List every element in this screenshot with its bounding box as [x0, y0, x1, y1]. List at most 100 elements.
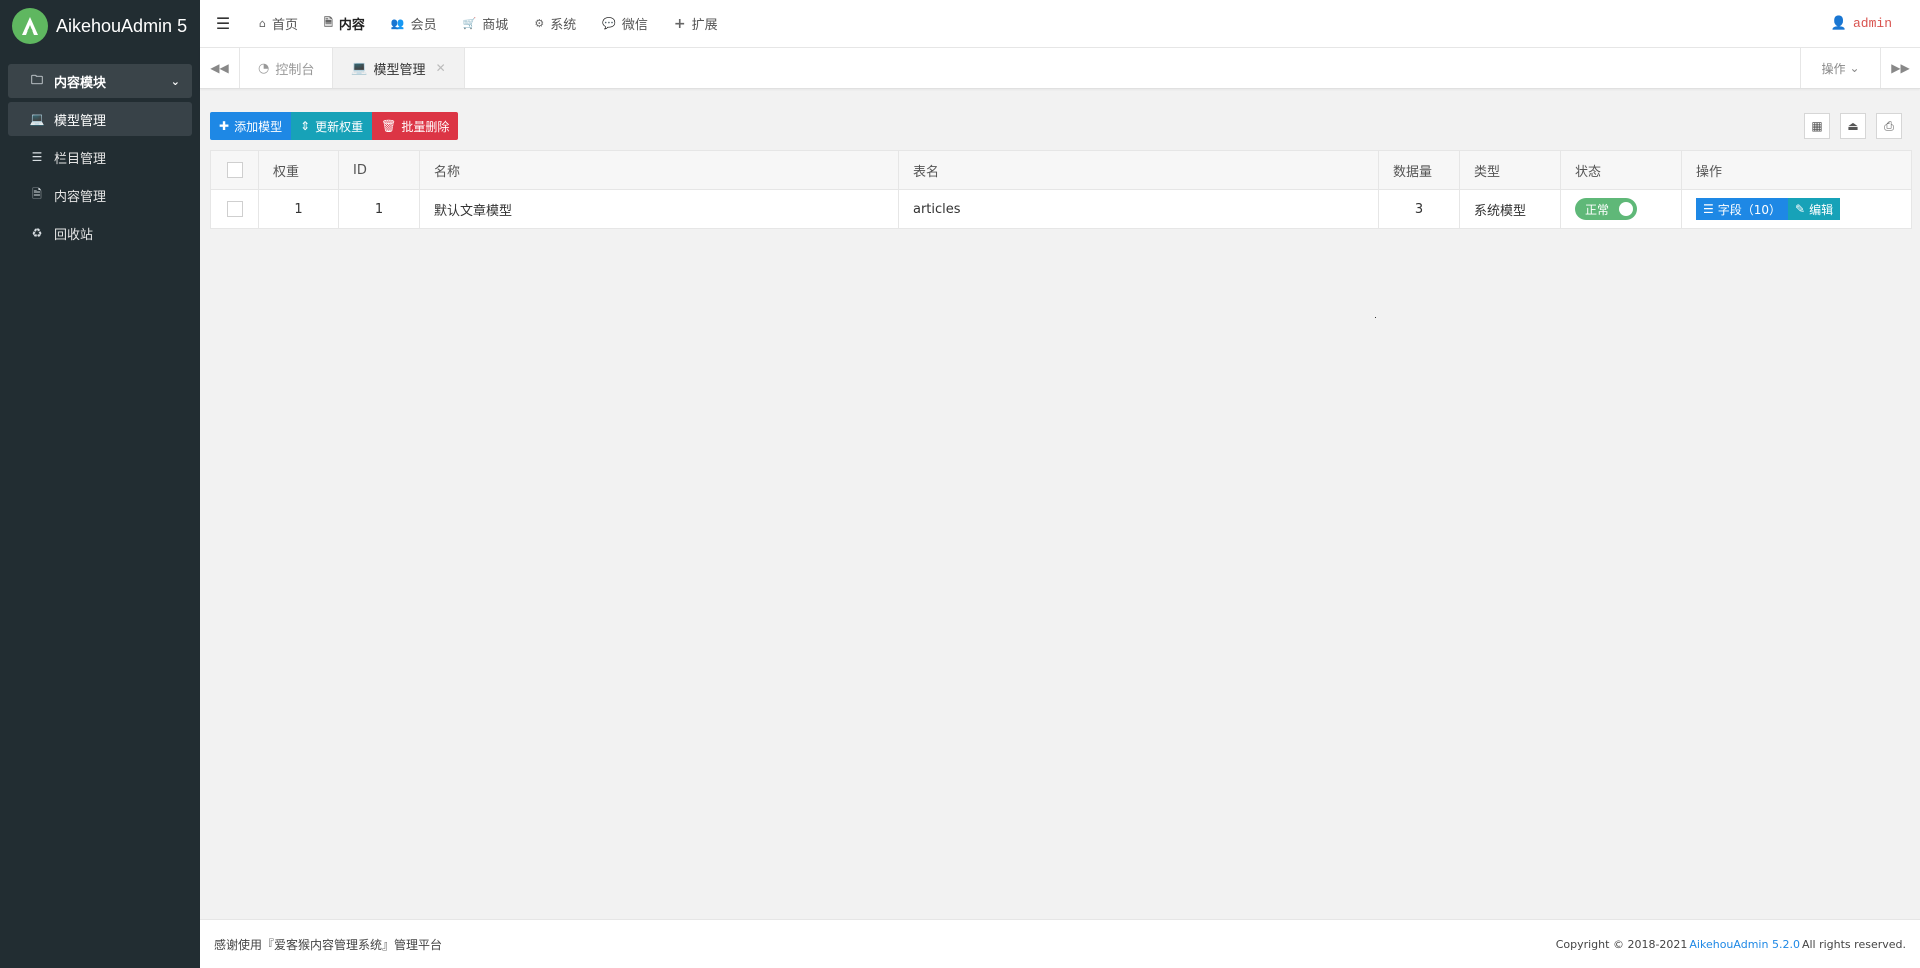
tabs-spacer	[465, 48, 1800, 88]
edit-button[interactable]: ✎ 编辑	[1788, 198, 1841, 220]
table-toolbar: ✚ 添加模型 ⇕ 更新权重 🗑 批量删除 ▦ ⏏ ⎙	[210, 104, 1912, 148]
wechat-icon: 💬	[602, 17, 616, 30]
edit-label: 编辑	[1809, 202, 1834, 217]
recycle-icon: ♻	[31, 226, 43, 240]
col-name[interactable]: 名称	[419, 150, 899, 190]
col-status[interactable]: 状态	[1560, 150, 1682, 190]
select-all-cell	[210, 150, 259, 190]
fields-button[interactable]: ☰ 字段（10）	[1696, 198, 1789, 220]
sort-icon: ⇕	[300, 119, 311, 133]
plus-icon: +	[673, 15, 686, 32]
nav-wechat[interactable]: 💬 微信	[589, 0, 661, 48]
file-icon: 🗎	[32, 186, 42, 201]
cell-weight[interactable]: 1	[258, 189, 339, 229]
nav-label: 扩展	[691, 18, 718, 33]
sidebar-item-model[interactable]: 💻 模型管理	[8, 102, 192, 136]
nav-members[interactable]: 👥 会员	[378, 0, 450, 48]
cart-icon: 🛒	[462, 17, 477, 30]
nav-system[interactable]: ⚙ 系统	[521, 0, 589, 48]
update-weight-label: 更新权重	[315, 119, 364, 134]
logo-icon	[12, 8, 48, 44]
status-toggle[interactable]: 正常	[1575, 198, 1637, 220]
username: admin	[1852, 16, 1892, 31]
sidebar-item-recycle[interactable]: ♻ 回收站	[8, 216, 192, 250]
user-icon: 👤	[1830, 16, 1847, 31]
trash-icon: 🗑	[381, 119, 397, 133]
logo[interactable]: AikehouAdmin 5	[0, 0, 200, 52]
users-icon: 👥	[390, 17, 405, 30]
model-table: 权重 ID 名称 表名 数据量 类型 状态 操作 1 1 默认文章模型 arti…	[210, 150, 1912, 229]
row-select-cell	[210, 189, 259, 229]
tab-scroll-right-icon[interactable]: ▶▶	[1880, 48, 1920, 88]
export-icon[interactable]: ⏏	[1840, 113, 1866, 139]
sidebar: AikehouAdmin 5 🗀 内容模块 ⌄ 💻 模型管理 ☰ 栏目管理 🗎 …	[0, 0, 200, 968]
nav-label: 内容	[338, 18, 365, 33]
cell-table: articles	[898, 189, 1379, 229]
cell-name: 默认文章模型	[419, 189, 899, 229]
top-navbar: ☰ ⌂ 首页 🗎 内容 👥 会员 🛒 商城 ⚙ 系统 💬 微信 + 扩展 👤 a…	[200, 0, 1920, 48]
batch-delete-button[interactable]: 🗑 批量删除	[372, 112, 459, 140]
list-icon: ☰	[1703, 202, 1714, 216]
nav-shop[interactable]: 🛒 商城	[450, 0, 522, 48]
home-icon: ⌂	[259, 17, 266, 30]
footer-copyright: Copyright © 2018-2021 AikehouAdmin 5.2.0…	[1556, 938, 1906, 951]
tab-label: 模型管理	[373, 62, 426, 78]
tabs-bar: ◀◀ ◔ 控制台 💻 模型管理 ✕ 操作 ⌄ ▶▶	[200, 48, 1920, 89]
nav-label: 首页	[271, 18, 298, 33]
tab-scroll-left-icon[interactable]: ◀◀	[200, 48, 240, 88]
fields-label: 字段（10）	[1717, 202, 1782, 217]
cell-actions: ☰ 字段（10） ✎ 编辑	[1681, 189, 1912, 229]
folder-icon: 🗀	[30, 72, 43, 87]
tab-model-manage[interactable]: 💻 模型管理 ✕	[333, 48, 465, 88]
cell-status: 正常	[1560, 189, 1682, 229]
app-title: AikehouAdmin 5	[56, 15, 188, 36]
chevron-down-icon: ⌄	[1849, 61, 1860, 75]
col-type[interactable]: 类型	[1459, 150, 1561, 190]
col-actions: 操作	[1681, 150, 1912, 190]
nav-label: 商城	[482, 18, 509, 33]
col-weight[interactable]: 权重	[258, 150, 339, 190]
nav-label: 系统	[550, 18, 577, 33]
edit-icon: ✎	[1795, 202, 1806, 216]
main-content: ✚ 添加模型 ⇕ 更新权重 🗑 批量删除 ▦ ⏏ ⎙ 权重 ID 名称 表名 数…	[210, 104, 1912, 229]
tab-ops-dropdown[interactable]: 操作 ⌄	[1800, 48, 1880, 88]
columns-icon[interactable]: ▦	[1804, 113, 1830, 139]
footer: 感谢使用『爱客猴内容管理系统』管理平台 Copyright © 2018-202…	[200, 919, 1920, 968]
laptop-icon: 💻	[29, 112, 45, 126]
toggle-knob	[1619, 202, 1633, 216]
menu-toggle-icon[interactable]: ☰	[200, 14, 246, 33]
col-count[interactable]: 数据量	[1378, 150, 1460, 190]
close-icon[interactable]: ✕	[436, 61, 446, 75]
action-group: ☰ 字段（10） ✎ 编辑	[1696, 198, 1841, 220]
cell-type: 系统模型	[1459, 189, 1561, 229]
row-checkbox[interactable]	[226, 201, 243, 217]
col-table[interactable]: 表名	[898, 150, 1379, 190]
user-menu[interactable]: 👤 admin	[1831, 16, 1892, 31]
col-id[interactable]: ID	[338, 150, 420, 190]
nav-content[interactable]: 🗎 内容	[311, 0, 378, 48]
add-model-button[interactable]: ✚ 添加模型	[210, 112, 292, 140]
add-model-label: 添加模型	[234, 119, 283, 134]
file-icon: 🗎	[324, 16, 333, 29]
sidebar-group-content[interactable]: 🗀 内容模块 ⌄	[8, 64, 192, 98]
nav-home[interactable]: ⌂ 首页	[246, 0, 311, 48]
list-icon: ☰	[31, 150, 43, 164]
version-link[interactable]: AikehouAdmin 5.2.0	[1689, 938, 1800, 951]
batch-delete-label: 批量删除	[401, 119, 450, 134]
update-weight-button[interactable]: ⇕ 更新权重	[291, 112, 373, 140]
sidebar-item-label: 内容管理	[54, 189, 107, 205]
rights-text: All rights reserved.	[1801, 937, 1906, 951]
nav-extend[interactable]: + 扩展	[661, 0, 731, 48]
tab-dashboard[interactable]: ◔ 控制台	[240, 48, 334, 88]
select-all-checkbox[interactable]	[226, 162, 243, 178]
print-icon[interactable]: ⎙	[1876, 113, 1902, 139]
tab-ops-label: 操作	[1821, 61, 1846, 76]
table-tools: ▦ ⏏ ⎙	[1804, 113, 1902, 139]
chevron-down-icon: ⌄	[170, 74, 180, 88]
sidebar-item-content[interactable]: 🗎 内容管理	[8, 178, 192, 212]
dashboard-icon: ◔	[258, 60, 270, 76]
sidebar-item-label: 栏目管理	[54, 151, 107, 167]
sidebar-item-category[interactable]: ☰ 栏目管理	[8, 140, 192, 174]
laptop-icon: 💻	[351, 60, 368, 76]
tab-label: 控制台	[275, 62, 315, 78]
